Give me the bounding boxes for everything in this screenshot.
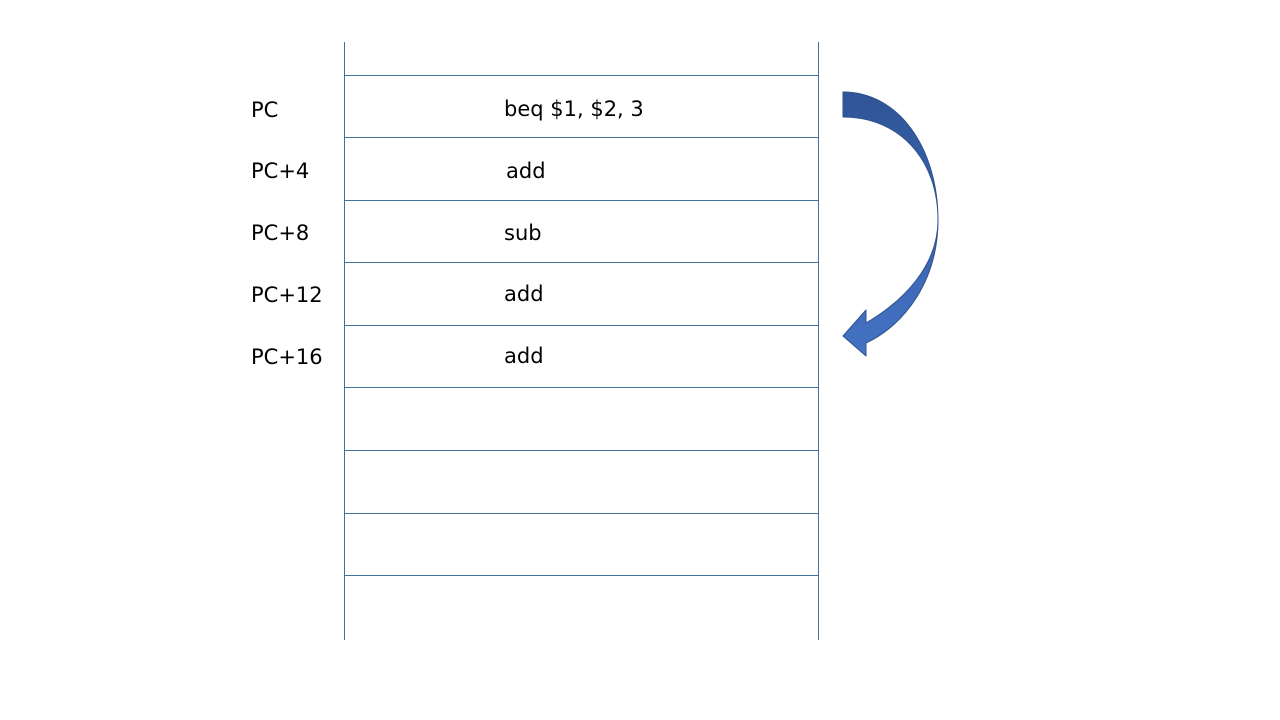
curved-arrow-icon [842, 91, 939, 357]
branch-arrow-shape [842, 91, 939, 357]
slide: PC PC+4 PC+8 PC+12 PC+16 beq $1, $2, 3 a… [0, 0, 1280, 720]
